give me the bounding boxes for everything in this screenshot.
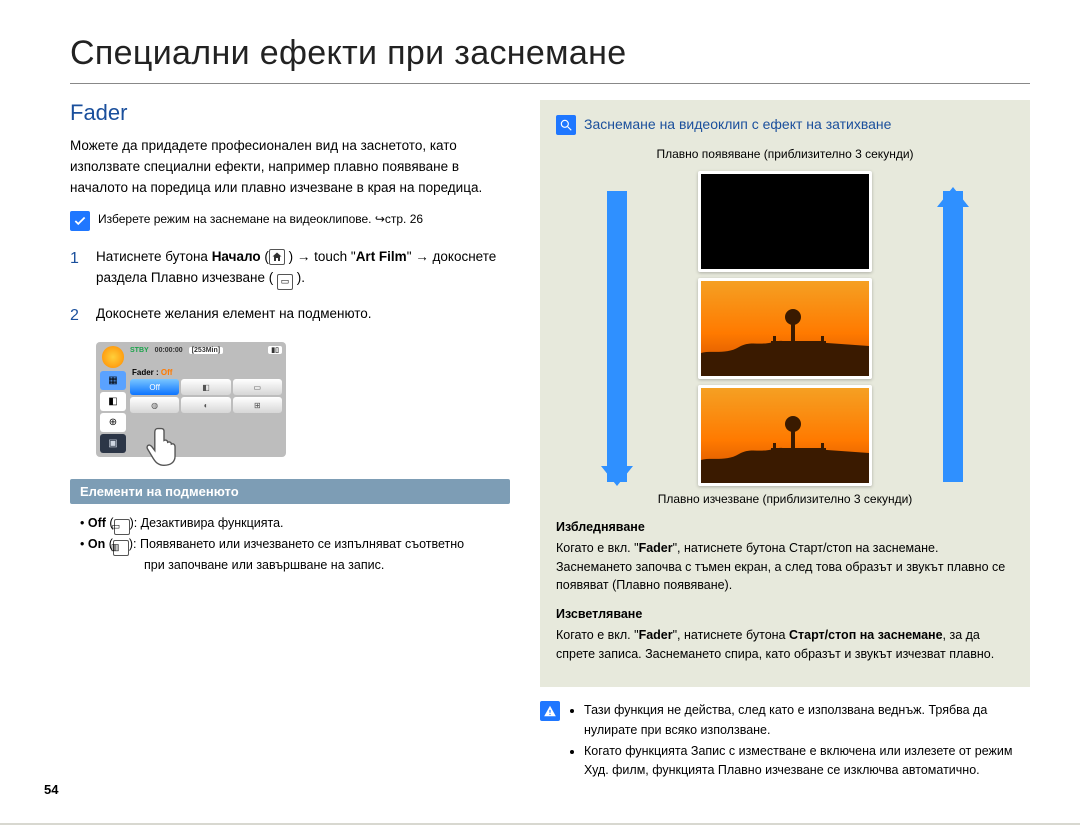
cs-tile-5: ◐ — [181, 397, 230, 413]
warning-block: Тази функция не действа, след като е изп… — [540, 701, 1030, 783]
intro-paragraph: Можете да придадете професионален вид на… — [70, 136, 510, 199]
mode-note-text: Изберете режим на заснемане на видеоклип… — [98, 211, 423, 228]
cs-tile-6: ⊞ — [233, 397, 282, 413]
submenu-header: Елементи на подменюто — [70, 479, 510, 504]
chapter-title: Специални ефекти при заснемане — [70, 34, 1030, 84]
bullet-on: On (▥): Появяването или изчезването се и… — [86, 535, 510, 575]
camera-screenshot: ▦ ◧ ⊕ ▣ STBY 00:00:00 [253Min] ▮▯ Fader … — [96, 342, 286, 457]
cs-remain: [253Min] — [189, 347, 223, 354]
step-1-text-b: ( — [261, 249, 269, 264]
cs-sidebar: ▦ ◧ ⊕ ▣ — [100, 346, 126, 453]
cs-icon-cam: ◧ — [100, 392, 126, 411]
step-number: 1 — [70, 247, 84, 290]
warning-icon — [540, 701, 560, 721]
check-icon — [70, 211, 90, 231]
cs-time: 00:00:00 — [155, 347, 183, 354]
hand-pointer-icon — [141, 423, 187, 469]
home-icon — [269, 249, 285, 265]
step-list: 1 Натиснете бутона Начало ( ) → touch "A… — [70, 247, 510, 329]
cs-icon-play: ▣ — [100, 434, 126, 453]
step-1-text-c: ) → touch " — [285, 249, 356, 264]
on-icon: ▥ — [113, 540, 129, 556]
step-1-bold-a: Начало — [212, 249, 261, 264]
cs-fader-label: Fader : — [132, 368, 159, 377]
right-column: Заснемане на видеоклип с ефект на затихв… — [540, 100, 1030, 783]
caption-bottom: Плавно изчезване (приблизително 3 секунд… — [556, 490, 1014, 508]
page-number: 54 — [44, 782, 58, 797]
info-title: Заснемане на видеоклип с ефект на затихв… — [584, 114, 891, 135]
fade-frame-sunset-1 — [698, 278, 872, 379]
bullet-off: Off (▭): Дезактивира функцията. — [86, 514, 510, 535]
cs-tile-4: ◍ — [130, 397, 179, 413]
fade-out-para: Когато е вкл. "Fader", натиснете бутона … — [556, 626, 1014, 664]
panel-icon: ▭ — [277, 274, 293, 290]
cs-icon-img: ▦ — [100, 371, 126, 390]
fade-out-title: Изсветляване — [556, 605, 1014, 624]
cs-tile-off: Off — [130, 379, 179, 395]
fade-frame-sunset-2 — [698, 385, 872, 486]
arrow-down-icon — [606, 191, 628, 482]
section-title-fader: Fader — [70, 100, 510, 126]
cs-fader-state: Off — [161, 368, 173, 377]
fade-frame-black — [698, 171, 872, 272]
submenu-bullets: Off (▭): Дезактивира функцията. On (▥): … — [70, 514, 510, 575]
cs-icon-zoom: ⊕ — [100, 413, 126, 432]
info-panel: Заснемане на видеоклип с ефект на затихв… — [540, 100, 1030, 687]
step-2-text: Докоснете желания елемент на подменюто. — [96, 304, 510, 329]
step-2: 2 Докоснете желания елемент на подменюто… — [70, 304, 510, 329]
mode-note: Изберете режим на заснемане на видеоклип… — [70, 211, 510, 231]
fade-in-para: Когато е вкл. "Fader", натиснете бутона … — [556, 539, 1014, 595]
step-1-text-e: ). — [293, 270, 305, 285]
arrow-up-icon — [942, 191, 964, 482]
off-icon: ▭ — [114, 519, 130, 535]
magnify-icon — [556, 115, 576, 135]
caption-top: Плавно появяване (приблизително 3 секунд… — [556, 145, 1014, 163]
warning-item-2: Когато функцията Запис с изместване е вк… — [584, 742, 1030, 781]
fade-in-title: Избледняване — [556, 518, 1014, 537]
cs-record-icon — [102, 346, 124, 367]
cs-tile-2: ◧ — [181, 379, 230, 395]
cs-battery-icon: ▮▯ — [268, 346, 282, 354]
cs-tile-3: ▭ — [233, 379, 282, 395]
step-number: 2 — [70, 304, 84, 329]
step-1-bold-b: Art Film — [356, 249, 407, 264]
cs-stby-label: STBY — [130, 347, 149, 354]
warning-item-1: Тази функция не действа, след като е изп… — [584, 701, 1030, 740]
fade-figure — [556, 171, 1014, 486]
step-1-text-a: Натиснете бутона — [96, 249, 212, 264]
left-column: Fader Можете да придадете професионален … — [70, 100, 510, 783]
step-1: 1 Натиснете бутона Начало ( ) → touch "A… — [70, 247, 510, 290]
